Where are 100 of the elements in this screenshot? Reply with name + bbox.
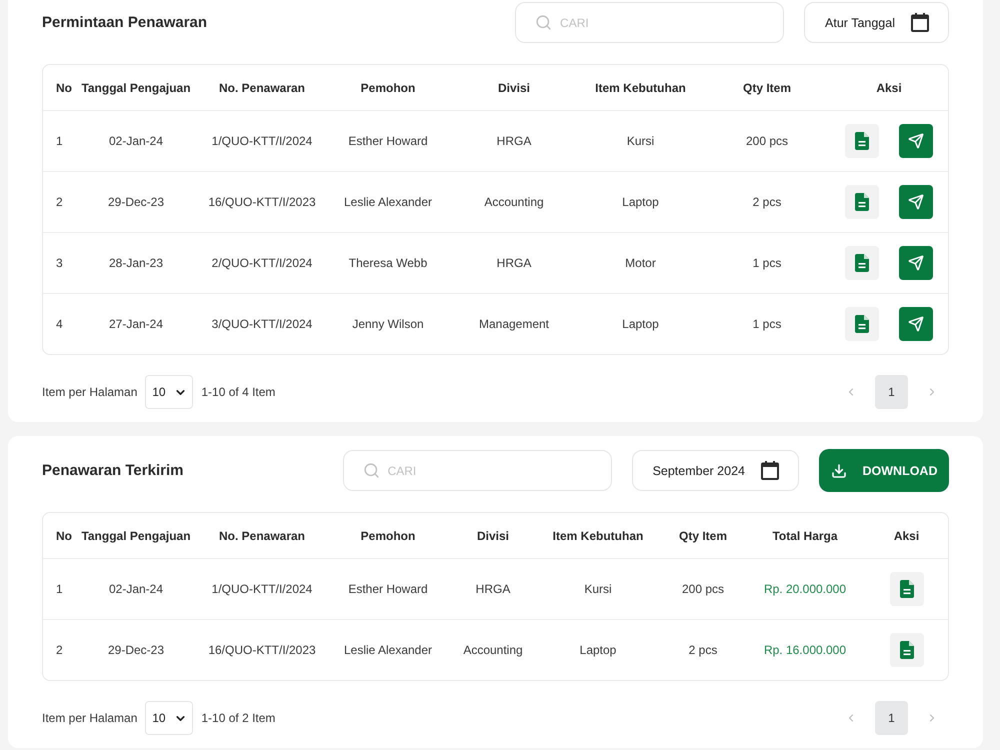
table-cell-text: 1 bbox=[55, 582, 64, 596]
column-header: Divisi bbox=[496, 80, 531, 94]
table-cell-text: 1/QUO-KTT/I/2024 bbox=[210, 134, 314, 148]
table-cell-text: Esther Howard bbox=[347, 134, 429, 148]
column-header: No. Penawaran bbox=[218, 528, 306, 542]
table-cell-text: Esther Howard bbox=[347, 582, 429, 596]
table-cell-text: Laptop bbox=[578, 643, 618, 657]
page-button[interactable]: 1 bbox=[875, 701, 908, 735]
table-cell-text: Kursi bbox=[626, 134, 656, 148]
table-cell-text: Rp. 16.000.000 bbox=[762, 643, 848, 657]
document-icon bbox=[855, 315, 869, 333]
item-range: 1-10 of 4 Item bbox=[201, 385, 276, 399]
table-cell-text: 2 pcs bbox=[752, 195, 782, 209]
send-button[interactable] bbox=[899, 185, 933, 219]
column-header: Tanggal Pengajuan bbox=[80, 528, 192, 542]
column-header: Qty Item bbox=[678, 528, 728, 542]
date-picker-button[interactable]: Atur Tanggal bbox=[804, 2, 949, 43]
calendar-icon bbox=[761, 461, 779, 480]
column-header: Aksi bbox=[875, 80, 903, 94]
table-cell-text: Management bbox=[478, 317, 550, 331]
table-cell-text: 4 bbox=[55, 317, 64, 331]
send-button[interactable] bbox=[899, 246, 933, 280]
table-cell-text: 28-Jan-23 bbox=[108, 256, 164, 270]
table-cell-text: 1 pcs bbox=[752, 256, 782, 270]
table-cell-text: 29-Dec-23 bbox=[106, 643, 166, 657]
table-cell-text: 200 pcs bbox=[744, 134, 790, 148]
per-page-label: Item per Halaman bbox=[42, 385, 138, 399]
table-cell-text: Rp. 20.000.000 bbox=[762, 582, 848, 596]
table-cell-text: 3/QUO-KTT/I/2024 bbox=[210, 317, 314, 331]
table-cell-text: Leslie Alexander bbox=[342, 643, 434, 657]
table-cell-text: 2/QUO-KTT/I/2024 bbox=[210, 256, 314, 270]
table-cell-text: 200 pcs bbox=[680, 582, 726, 596]
item-range: 1-10 of 2 Item bbox=[201, 711, 276, 725]
table-cell-text: HRGA bbox=[496, 134, 532, 148]
table-cell-text: 1 pcs bbox=[752, 317, 782, 331]
column-header: No bbox=[55, 528, 73, 542]
send-icon bbox=[908, 316, 924, 332]
column-header: Tanggal Pengajuan bbox=[80, 80, 192, 94]
section-title: Permintaan Penawaran bbox=[42, 14, 208, 31]
table-cell-text: 1 bbox=[55, 134, 64, 148]
per-page-select[interactable]: 10 bbox=[145, 375, 194, 409]
table-cell-text: 1/QUO-KTT/I/2024 bbox=[210, 582, 314, 596]
column-header: Aksi bbox=[892, 528, 920, 542]
send-icon bbox=[908, 194, 924, 210]
table-cell-text: 16/QUO-KTT/I/2023 bbox=[207, 643, 317, 657]
search-icon bbox=[535, 14, 552, 31]
table-cell-text: 2 bbox=[55, 643, 64, 657]
column-header: Divisi bbox=[476, 528, 510, 542]
search-icon bbox=[362, 462, 380, 479]
calendar-icon bbox=[911, 13, 929, 32]
table-cell-text: Kursi bbox=[583, 582, 613, 596]
column-header: Total Harga bbox=[771, 528, 839, 542]
column-header: Pemohon bbox=[360, 80, 416, 94]
document-button[interactable] bbox=[845, 124, 879, 158]
table-cell-text: Leslie Alexander bbox=[342, 195, 434, 209]
table-cell-text: HRGA bbox=[496, 256, 532, 270]
page-button[interactable]: 1 bbox=[875, 375, 908, 409]
section-title: Penawaran Terkirim bbox=[42, 462, 184, 479]
document-icon bbox=[900, 641, 914, 659]
send-button[interactable] bbox=[899, 307, 933, 341]
table-cell-text: 29-Dec-23 bbox=[106, 195, 166, 209]
download-button[interactable]: DOWNLOAD bbox=[819, 449, 949, 492]
table-cell-text: Laptop bbox=[621, 317, 660, 331]
document-button[interactable] bbox=[890, 572, 924, 606]
per-page-select[interactable]: 10 bbox=[145, 701, 194, 735]
date-picker-button[interactable]: September 2024 bbox=[632, 450, 799, 491]
table-cell-text: HRGA bbox=[474, 582, 512, 596]
table-cell-text: 2 pcs bbox=[688, 643, 718, 657]
table-cell-text: Theresa Webb bbox=[348, 256, 428, 270]
document-icon bbox=[855, 254, 869, 272]
column-header: Item Kebutuhan bbox=[552, 528, 644, 542]
document-icon bbox=[855, 132, 869, 150]
table-cell-text: Motor bbox=[624, 256, 657, 270]
search-field[interactable]: CARI bbox=[515, 2, 784, 43]
document-button[interactable] bbox=[845, 246, 879, 280]
per-page-label: Item per Halaman bbox=[42, 711, 138, 725]
download-icon bbox=[830, 462, 846, 478]
column-header: Qty Item bbox=[742, 80, 792, 94]
send-button[interactable] bbox=[899, 124, 933, 158]
column-header: No. Penawaran bbox=[218, 80, 306, 94]
column-header: Pemohon bbox=[360, 528, 416, 542]
table-cell-text: 27-Jan-24 bbox=[108, 317, 164, 331]
table-cell-text: Accounting bbox=[483, 195, 545, 209]
table-cell-text: Laptop bbox=[621, 195, 660, 209]
document-button[interactable] bbox=[845, 307, 879, 341]
table-cell-text: Jenny Wilson bbox=[351, 317, 425, 331]
table-cell-text: 16/QUO-KTT/I/2023 bbox=[207, 195, 317, 209]
document-icon bbox=[855, 193, 869, 211]
table-cell-text: 2 bbox=[55, 195, 64, 209]
table-cell-text: Accounting bbox=[462, 643, 524, 657]
search-field[interactable]: CARI bbox=[342, 450, 612, 491]
table-cell-text: 02-Jan-24 bbox=[108, 134, 164, 148]
column-header: No bbox=[55, 80, 73, 94]
document-icon bbox=[900, 580, 914, 598]
document-button[interactable] bbox=[845, 185, 879, 219]
send-icon bbox=[908, 255, 924, 271]
send-icon bbox=[908, 133, 924, 149]
table-cell-text: 02-Jan-24 bbox=[108, 582, 164, 596]
document-button[interactable] bbox=[890, 633, 924, 667]
table-cell-text: 3 bbox=[55, 256, 64, 270]
